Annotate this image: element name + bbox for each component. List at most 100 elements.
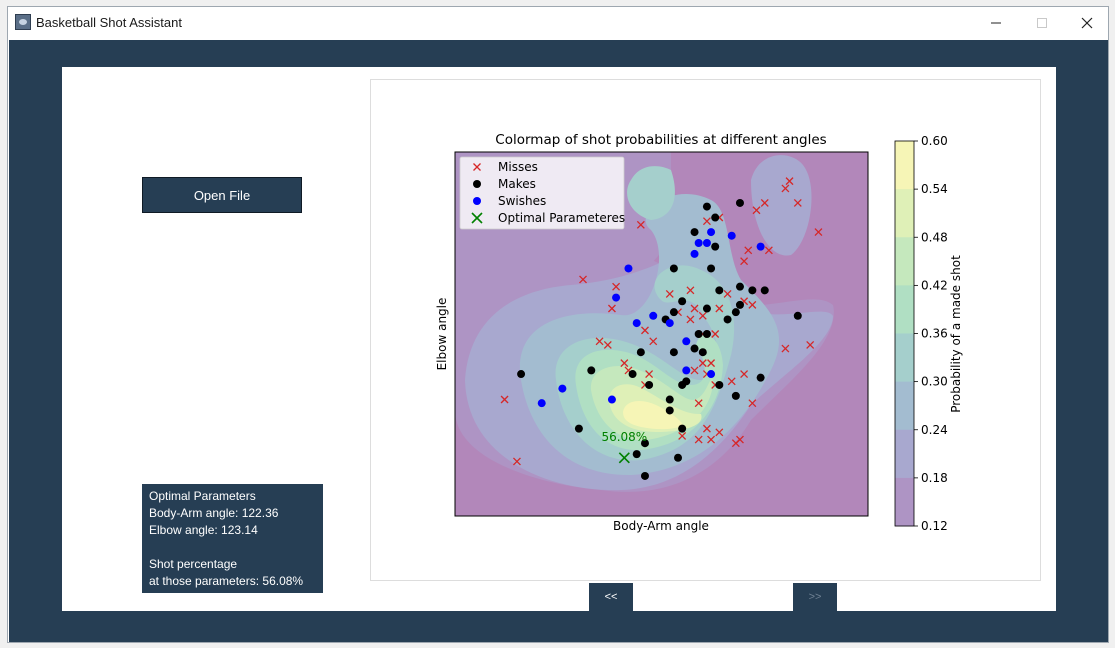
make-point: [645, 380, 654, 389]
make-point: [735, 300, 744, 309]
chart-title: Colormap of shot probabilities at differ…: [495, 132, 826, 148]
make-point: [669, 308, 678, 317]
colorbar: [895, 141, 914, 527]
close-icon: [1081, 17, 1093, 29]
make-point: [632, 450, 641, 459]
make-point: [735, 282, 744, 291]
colorbar-tick-label: 0.42: [921, 278, 948, 292]
make-point: [587, 366, 596, 375]
make-point: [698, 348, 707, 357]
colorbar-band: [895, 429, 914, 479]
swish-point: [682, 337, 691, 346]
y-axis-label: Elbow angle: [435, 298, 449, 371]
info-line-shot-value: at those parameters: 56.08%: [149, 574, 304, 588]
close-button[interactable]: [1064, 7, 1110, 39]
optimal-percentage-label: 56.08%: [601, 430, 647, 444]
content-panel: Open File Optimal Parameters Body-Arm an…: [62, 67, 1056, 611]
swish-point: [607, 395, 616, 404]
swish-point: [682, 366, 691, 375]
colorbar-tick-label: 0.60: [921, 134, 948, 148]
make-point: [665, 395, 674, 404]
app-frame: Open File Optimal Parameters Body-Arm an…: [9, 40, 1108, 642]
legend-optimal: Optimal Parameteres: [498, 211, 625, 225]
legend-makes: Makes: [498, 177, 536, 191]
x-axis-label: Body-Arm angle: [613, 519, 709, 533]
previous-button[interactable]: <<: [589, 583, 633, 611]
app-icon: [15, 14, 31, 30]
make-point: [682, 377, 691, 386]
make-point: [711, 213, 720, 222]
app-window: Basketball Shot Assistant Open File Opti…: [7, 6, 1109, 643]
colorbar-band: [895, 189, 914, 238]
swish-point: [537, 399, 546, 408]
make-point: [678, 424, 687, 433]
make-point: [669, 348, 678, 357]
chart-figure: Colormap of shot probabilities at differ…: [370, 79, 1041, 581]
colorbar-ticks: 0.60 0.54 0.48 0.42 0.36 0.30 0.24 0.18 0.12: [914, 134, 948, 533]
info-line-spacer: [149, 539, 316, 556]
legend-swishes: Swishes: [498, 194, 546, 208]
make-point: [702, 202, 711, 211]
colorbar-tick-label: 0.24: [921, 423, 948, 437]
make-point: [678, 297, 687, 306]
make-point: [636, 348, 645, 357]
colorbar-band: [895, 477, 914, 527]
swish-point: [624, 264, 633, 273]
make-point: [756, 373, 765, 382]
make-point: [735, 198, 744, 207]
swish-point: [612, 293, 621, 302]
info-line-shot-heading: Shot percentage: [149, 557, 238, 571]
colorbar-tick-label: 0.36: [921, 327, 948, 341]
legend-misses: Misses: [498, 160, 538, 174]
chart-legend: Misses Makes Swishes Optimal Parameteres: [459, 156, 625, 230]
info-line-body-arm: Body-Arm angle: 122.36: [149, 506, 279, 520]
make-point: [707, 264, 716, 273]
colorbar-tick-label: 0.48: [921, 230, 948, 244]
colorbar-band: [895, 141, 914, 190]
swish-point: [707, 370, 716, 379]
open-file-button[interactable]: Open File: [142, 177, 302, 213]
maximize-icon: [1037, 18, 1047, 28]
minimize-button[interactable]: [973, 7, 1019, 39]
next-button[interactable]: >>: [793, 583, 837, 611]
make-point: [574, 424, 583, 433]
colorbar-band: [895, 381, 914, 431]
info-line-elbow: Elbow angle: 123.14: [149, 523, 258, 537]
swish-point: [727, 231, 736, 240]
make-point: [628, 370, 637, 379]
colorbar-tick-label: 0.12: [921, 519, 948, 533]
make-point: [748, 286, 757, 295]
colorbar-tick-label: 0.18: [921, 471, 948, 485]
make-point: [669, 264, 678, 273]
title-bar[interactable]: Basketball Shot Assistant: [8, 7, 1108, 40]
colorbar-tick-label: 0.54: [921, 182, 948, 196]
make-point: [665, 406, 674, 415]
minimize-icon: [991, 22, 1001, 24]
swish-point: [702, 239, 711, 247]
make-point: [690, 344, 699, 353]
maximize-button[interactable]: [1019, 7, 1065, 39]
legend-swish-marker: [473, 197, 481, 205]
window-title: Basketball Shot Assistant: [36, 15, 182, 30]
info-line-heading: Optimal Parameters: [149, 489, 256, 503]
make-point: [694, 330, 703, 338]
swish-point: [756, 242, 765, 251]
swish-point: [665, 319, 674, 328]
make-point: [715, 286, 724, 295]
make-point: [640, 471, 649, 480]
colorbar-band: [895, 237, 914, 286]
make-point: [793, 311, 802, 320]
make-point: [517, 370, 526, 379]
make-point: [760, 286, 769, 295]
optimal-parameters-panel: Optimal Parameters Body-Arm angle: 122.3…: [142, 484, 323, 593]
swish-point: [707, 228, 716, 237]
make-point: [711, 242, 720, 251]
make-point: [723, 315, 732, 324]
make-point: [702, 330, 711, 338]
make-point: [702, 304, 711, 313]
swish-point: [558, 384, 567, 393]
legend-make-marker: [473, 180, 481, 188]
colorbar-tick-label: 0.30: [921, 375, 948, 389]
swish-point: [649, 311, 658, 320]
make-point: [674, 453, 683, 462]
